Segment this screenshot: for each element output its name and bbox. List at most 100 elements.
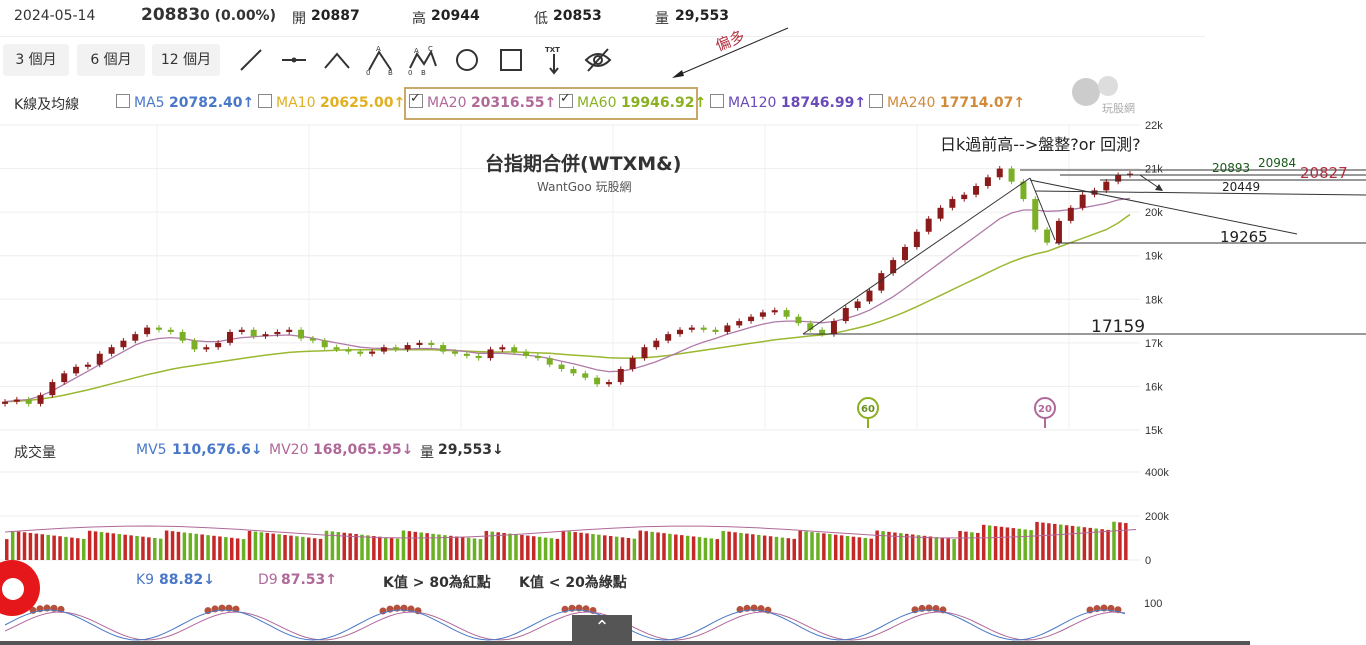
volume-bar (389, 538, 394, 560)
volume-bar (608, 536, 613, 560)
volume-bar (620, 537, 625, 560)
volume-bar (922, 535, 927, 560)
volume-bar (555, 538, 560, 560)
ma60-marker[interactable]: 60 (855, 396, 881, 430)
volume-bar (1041, 522, 1045, 560)
level-20827: 20827 (1300, 164, 1348, 182)
kd-note-green: K值 < 20為綠點 (519, 575, 627, 591)
volume-bar (158, 538, 163, 560)
volume-bar (194, 533, 198, 560)
scroll-up-button[interactable]: ⌃ (572, 615, 632, 645)
volume-bar (851, 536, 856, 560)
ma60-marker-label: 60 (861, 404, 875, 415)
volume-bar (833, 534, 838, 560)
volume-bar (306, 537, 311, 560)
volume-bar (981, 524, 986, 560)
volume-bar (810, 532, 814, 560)
volume-bar (289, 535, 293, 560)
volume-bar (378, 536, 382, 560)
volume-bar (674, 534, 678, 560)
volume-bar (863, 538, 868, 560)
volume-bar (756, 534, 761, 560)
volume-bar (188, 533, 193, 560)
volume-bar (910, 534, 915, 560)
volume-bar (200, 534, 204, 560)
volume-bar (638, 530, 643, 560)
volume-bar (531, 536, 536, 560)
volume-bar (22, 532, 27, 560)
volume-bar (271, 533, 275, 560)
volume-bar (792, 538, 796, 560)
volume-bar (727, 531, 731, 560)
volume-bar (407, 531, 412, 560)
volume-bar (733, 532, 737, 560)
kd-chart[interactable]: 100 (0, 592, 1366, 642)
volume-bar (916, 535, 921, 560)
volume-bar (111, 533, 116, 560)
volume-bar (366, 535, 370, 560)
volume-bar (247, 530, 252, 560)
volume-bar (940, 537, 945, 560)
volume-bar (164, 530, 169, 560)
k9-value: 88.82↓ (159, 572, 216, 588)
volume-bar (709, 538, 714, 560)
volume-bar (632, 538, 637, 560)
volume-bar (1005, 527, 1010, 560)
volume-bar (93, 531, 98, 560)
volume-bar (46, 534, 50, 560)
volume-y-axis: 400k 200k 0 (1145, 467, 1169, 567)
volume-bar (147, 537, 151, 560)
volume-bar (182, 532, 187, 560)
volume-bar (543, 537, 548, 560)
volume-bar (87, 530, 92, 560)
volume-bar (1011, 528, 1016, 560)
volume-bar (1118, 522, 1122, 560)
volume-bar (715, 539, 720, 560)
volume-bar (235, 538, 240, 560)
ma20-marker-label: 20 (1038, 404, 1052, 415)
volume-bar (822, 533, 826, 560)
vol-tick-label: 200k (1145, 511, 1169, 523)
volume-bar (567, 531, 571, 560)
volume-bar (987, 525, 992, 560)
volume-bar (958, 530, 962, 560)
volume-bar (970, 532, 974, 560)
volume-bars (4, 521, 1137, 560)
volume-bar (526, 535, 530, 560)
volume-bar (342, 532, 346, 560)
volume-bar (40, 534, 45, 560)
volume-bar (1124, 523, 1128, 560)
volume-bar (419, 532, 423, 560)
volume-bar (496, 532, 500, 560)
volume-legend: 成交量 MV5 110,676.6↓ MV20 168,065.95↓ 量 29… (0, 440, 1000, 464)
vol-tick-label: 0 (1145, 555, 1151, 567)
volume-bar (1058, 524, 1063, 560)
volume-bar (460, 537, 465, 560)
volume-bar (99, 532, 104, 560)
k9-label: K9 (136, 572, 155, 588)
volume-bar (466, 537, 471, 560)
volume-chart[interactable]: 400k 200k 0 (0, 464, 1366, 570)
volume-bar (899, 533, 903, 560)
volume-bar (348, 533, 352, 560)
volume-bar (283, 534, 287, 560)
volume-bar (360, 534, 364, 560)
kd-note-red: K值 > 80為紅點 (383, 575, 491, 591)
volume-bar (786, 538, 791, 560)
volume-bar (697, 537, 702, 560)
volume-bar (768, 536, 773, 560)
volume-bar (650, 531, 654, 560)
volume-bar (135, 536, 139, 560)
ma20-marker[interactable]: 20 (1032, 396, 1058, 430)
volume-bar (76, 538, 80, 560)
volume-bar (372, 536, 376, 560)
volume-bar (614, 536, 619, 560)
volume-bar (1023, 529, 1027, 560)
volume-bar (1100, 529, 1104, 560)
level-17159: 17159 (1091, 317, 1146, 337)
volume-bar (1082, 527, 1087, 560)
volume-bar (64, 536, 68, 560)
d-line (4, 611, 1126, 641)
volume-bar (928, 536, 933, 560)
volume-bar (478, 539, 483, 560)
